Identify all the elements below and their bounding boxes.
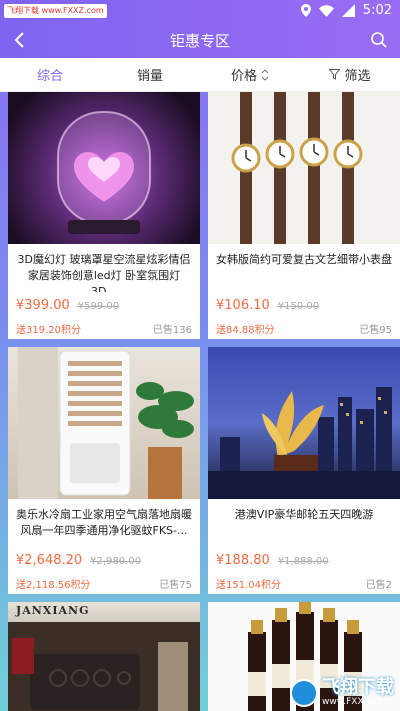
filter-label: 价格 — [230, 69, 257, 84]
wifi-icon — [318, 4, 334, 17]
clock: 5:02 — [362, 3, 392, 18]
filter-tab-comprehensive[interactable]: 综合 — [0, 65, 100, 84]
product-image-text: JANXIANG — [16, 604, 90, 617]
watermark-url: www.FXXZ.com — [322, 697, 392, 707]
product-name: 3D魔幻灯 玻璃罩星空流星炫彩情侣家居装饰创意led灯 卧室氛围灯3D... — [17, 253, 191, 292]
watermark-logo-icon — [290, 679, 318, 707]
watermark-text: 飞翔下载 — [322, 677, 394, 698]
signal-icon — [341, 4, 355, 17]
meta-row: 送151.04积分 已售2 — [208, 568, 400, 591]
product-grid: 3D魔幻灯 玻璃罩星空流星炫彩情侣家居装饰创意led灯 卧室氛围灯3D... ¥… — [8, 92, 400, 711]
price-row: ¥399.00 ¥599.00 — [8, 292, 200, 313]
product-card[interactable]: 港澳VIP豪华邮轮五天四晚游 ¥188.80 ¥1,888.00 送151.04… — [208, 347, 400, 594]
product-name: 奥乐水冷扇工业家用空气扇落地扇暖风扇一年四季通用净化驱蚊FKS-... — [16, 508, 192, 537]
price-row: ¥2,648.20 ¥2,980.00 — [8, 547, 200, 568]
product-price: ¥188.80 — [216, 553, 270, 568]
original-price: ¥599.00 — [77, 301, 120, 312]
filter-bar: 综合 销量 价格 筛选 — [0, 58, 400, 92]
original-price: ¥150.00 — [277, 301, 320, 312]
meta-row: 送319.20积分 已售136 — [8, 313, 200, 336]
points-reward: 送84.88积分 — [216, 325, 275, 336]
points-reward: 送319.20积分 — [16, 325, 81, 336]
sort-updown-icon — [261, 68, 269, 81]
product-price: ¥2,648.20 — [16, 553, 83, 568]
product-card[interactable]: 3D魔幻灯 玻璃罩星空流星炫彩情侣家居装饰创意led灯 卧室氛围灯3D... ¥… — [8, 92, 200, 339]
meta-row: 送2,118.56积分 已售75 — [8, 568, 200, 591]
product-card[interactable]: 奥乐水冷扇工业家用空气扇落地扇暖风扇一年四季通用净化驱蚊FKS-... ¥2,6… — [8, 347, 200, 594]
status-icons: 5:02 — [300, 3, 392, 18]
sold-count: 已售75 — [159, 580, 192, 591]
funnel-icon — [329, 69, 341, 80]
product-card[interactable]: JANXIANG — [8, 602, 200, 711]
filter-label: 销量 — [136, 69, 163, 84]
watermark-logo: 飞翔下载 www.FXXZ.com — [290, 679, 394, 707]
product-image — [8, 347, 200, 499]
app-header: 钜惠专区 — [0, 22, 400, 58]
sold-count: 已售2 — [365, 580, 392, 591]
product-image: JANXIANG — [8, 602, 200, 711]
product-name: 女韩版简约可爱复古文艺细带小表盘 — [216, 253, 392, 266]
watermark-badge: 飞翔下载 www.FXXZ.com — [4, 4, 107, 18]
product-name: 港澳VIP豪华邮轮五天四晚游 — [234, 508, 374, 521]
original-price: ¥1,888.00 — [277, 556, 329, 567]
location-icon — [300, 4, 311, 17]
status-bar: 飞翔下载 www.FXXZ.com 5:02 — [0, 0, 400, 22]
search-icon[interactable] — [370, 31, 388, 49]
product-image — [208, 92, 400, 244]
filter-tab-sales[interactable]: 销量 — [100, 65, 200, 84]
filter-label: 筛选 — [344, 69, 371, 84]
product-image — [8, 92, 200, 244]
product-price: ¥106.10 — [216, 298, 270, 313]
points-reward: 送151.04积分 — [216, 580, 281, 591]
product-card[interactable]: 女韩版简约可爱复古文艺细带小表盘 ¥106.10 ¥150.00 送84.88积… — [208, 92, 400, 339]
filter-label: 综合 — [36, 69, 63, 84]
watermark-text-group: 飞翔下载 www.FXXZ.com — [322, 677, 394, 708]
points-reward: 送2,118.56积分 — [16, 580, 91, 591]
price-row: ¥188.80 ¥1,888.00 — [208, 547, 400, 568]
product-price: ¥399.00 — [16, 298, 70, 313]
sold-count: 已售136 — [152, 325, 192, 336]
page-title: 钜惠专区 — [169, 32, 230, 50]
sold-count: 已售95 — [359, 325, 392, 336]
original-price: ¥2,980.00 — [90, 556, 142, 567]
product-image — [208, 347, 400, 499]
filter-tab-filter[interactable]: 筛选 — [300, 65, 400, 84]
meta-row: 送84.88积分 已售95 — [208, 313, 400, 336]
filter-tab-price[interactable]: 价格 — [200, 65, 300, 84]
price-row: ¥106.10 ¥150.00 — [208, 292, 400, 313]
